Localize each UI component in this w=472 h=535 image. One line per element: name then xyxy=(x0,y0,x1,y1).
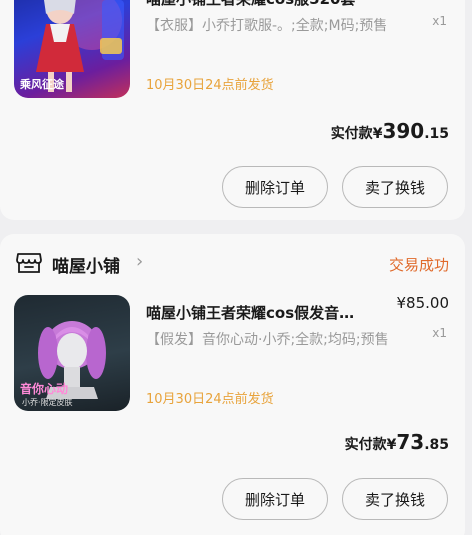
shop-name[interactable]: 喵屋小铺 xyxy=(52,252,120,277)
product-title[interactable]: 喵屋小铺王者荣耀cos服520套 xyxy=(146,0,386,9)
quantity: x1 xyxy=(432,14,447,28)
paid-label: 实付款 xyxy=(330,126,373,142)
delete-order-button[interactable]: 删除订单 xyxy=(222,478,328,520)
paid-integer: 390 xyxy=(382,119,425,143)
shipping-note: 10月30日24点前发货 xyxy=(146,392,274,407)
paid-decimal: .85 xyxy=(424,437,449,453)
product-title[interactable]: 喵屋小铺王者荣耀cos假发音… xyxy=(146,302,382,323)
paid-integer: 73 xyxy=(396,430,425,454)
product-image[interactable]: 乘风征途 xyxy=(14,0,130,98)
delete-order-button[interactable]: 删除订单 xyxy=(222,166,328,208)
order-card[interactable]: 乘风征途 喵屋小铺王者荣耀cos服520套 x1 【衣服】小乔打歌服-。;全款;… xyxy=(0,0,465,220)
paid-label: 实付款 xyxy=(344,437,387,453)
order-card[interactable]: 喵屋小铺 › 交易成功 音你心动 小乔·限定皮肤 喵屋小铺王者荣耀cos假发音…… xyxy=(0,234,465,535)
shop-icon xyxy=(16,253,42,273)
product-description: 【衣服】小乔打歌服-。;全款;M码;预售 xyxy=(146,18,388,34)
sell-for-cash-button[interactable]: 卖了换钱 xyxy=(342,478,448,520)
paid-decimal: .15 xyxy=(424,126,449,142)
product-image-caption: 乘风征途 xyxy=(20,78,64,91)
paid-currency: ¥ xyxy=(386,437,397,453)
chevron-right-icon[interactable]: › xyxy=(136,251,143,272)
product-image-subcaption: 小乔·限定皮肤 xyxy=(22,398,73,407)
sell-for-cash-button[interactable]: 卖了换钱 xyxy=(342,166,448,208)
paid-amount: 实付款 ¥ 390 .15 xyxy=(331,119,449,143)
paid-currency: ¥ xyxy=(372,126,383,142)
unit-price: ¥85.00 xyxy=(396,294,450,312)
product-description: 【假发】音你心动·小乔;全款;均码;预售 xyxy=(146,332,389,348)
paid-amount: 实付款 ¥ 73 .85 xyxy=(345,430,449,454)
product-image[interactable]: 音你心动 小乔·限定皮肤 xyxy=(14,295,130,411)
quantity: x1 xyxy=(432,326,447,340)
order-status: 交易成功 xyxy=(388,256,449,274)
shipping-note: 10月30日24点前发货 xyxy=(146,78,274,93)
product-image-caption: 音你心动 xyxy=(20,382,69,396)
